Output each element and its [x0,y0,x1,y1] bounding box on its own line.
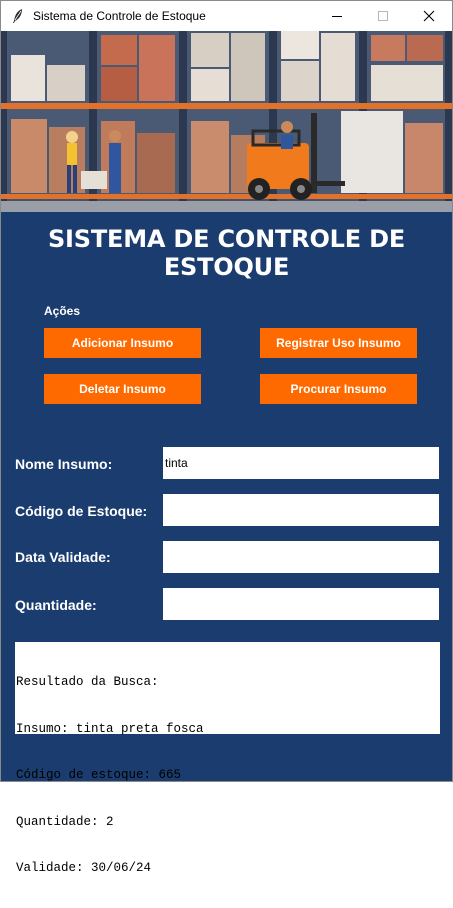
delete-item-button[interactable]: Deletar Insumo [44,374,201,404]
stock-code-input[interactable] [163,494,439,526]
result-line: Quantidade: 2 [16,814,114,829]
item-name-input[interactable] [163,447,439,479]
maximize-button[interactable] [360,1,406,31]
result-line: Validade: 30/06/24 [16,861,152,875]
add-item-button[interactable]: Adicionar Insumo [44,328,201,358]
result-line: Código de estoque: 665 [16,768,182,782]
app-window: Sistema de Controle de Estoque SISTEMA D… [0,0,453,875]
actions-label: Ações [44,304,81,318]
page-title: SISTEMA DE CONTROLE DE ESTOQUE [47,225,406,281]
expiry-date-input[interactable] [163,541,439,573]
maximize-icon [378,11,388,21]
search-item-button[interactable]: Procurar Insumo [260,374,417,404]
minimize-button[interactable] [314,1,360,31]
window-title: Sistema de Controle de Estoque [33,9,206,23]
title-bar[interactable]: Sistema de Controle de Estoque [1,1,452,31]
minimize-icon [332,16,342,17]
register-usage-button[interactable]: Registrar Uso Insumo [260,328,417,358]
item-name-label: Nome Insumo: [15,456,113,472]
expiry-date-label: Data Validade: [15,549,111,565]
quantity-input[interactable] [163,588,439,620]
feather-icon [13,9,22,23]
warehouse-illustration [1,31,452,212]
quantity-label: Quantidade: [15,597,97,613]
close-icon [423,10,435,22]
search-result-textbox[interactable]: Resultado da Busca: Insumo: tinta preta … [15,642,440,875]
close-button[interactable] [406,1,452,31]
result-line: Resultado da Busca: [16,675,159,689]
warehouse-image [1,31,452,212]
result-line: Insumo: tinta preta fosca [16,721,204,736]
stock-code-label: Código de Estoque: [15,503,148,519]
